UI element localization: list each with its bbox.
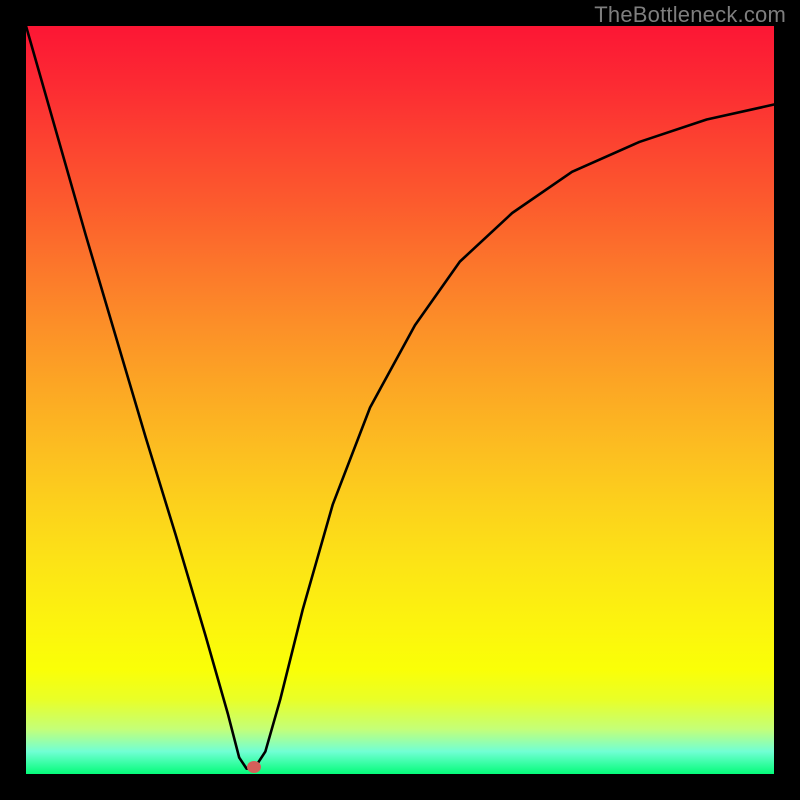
plot-area <box>26 26 774 774</box>
chart-frame: TheBottleneck.com <box>0 0 800 800</box>
optimum-marker <box>247 761 261 773</box>
watermark-text: TheBottleneck.com <box>594 2 786 28</box>
bottleneck-curve <box>26 26 774 774</box>
